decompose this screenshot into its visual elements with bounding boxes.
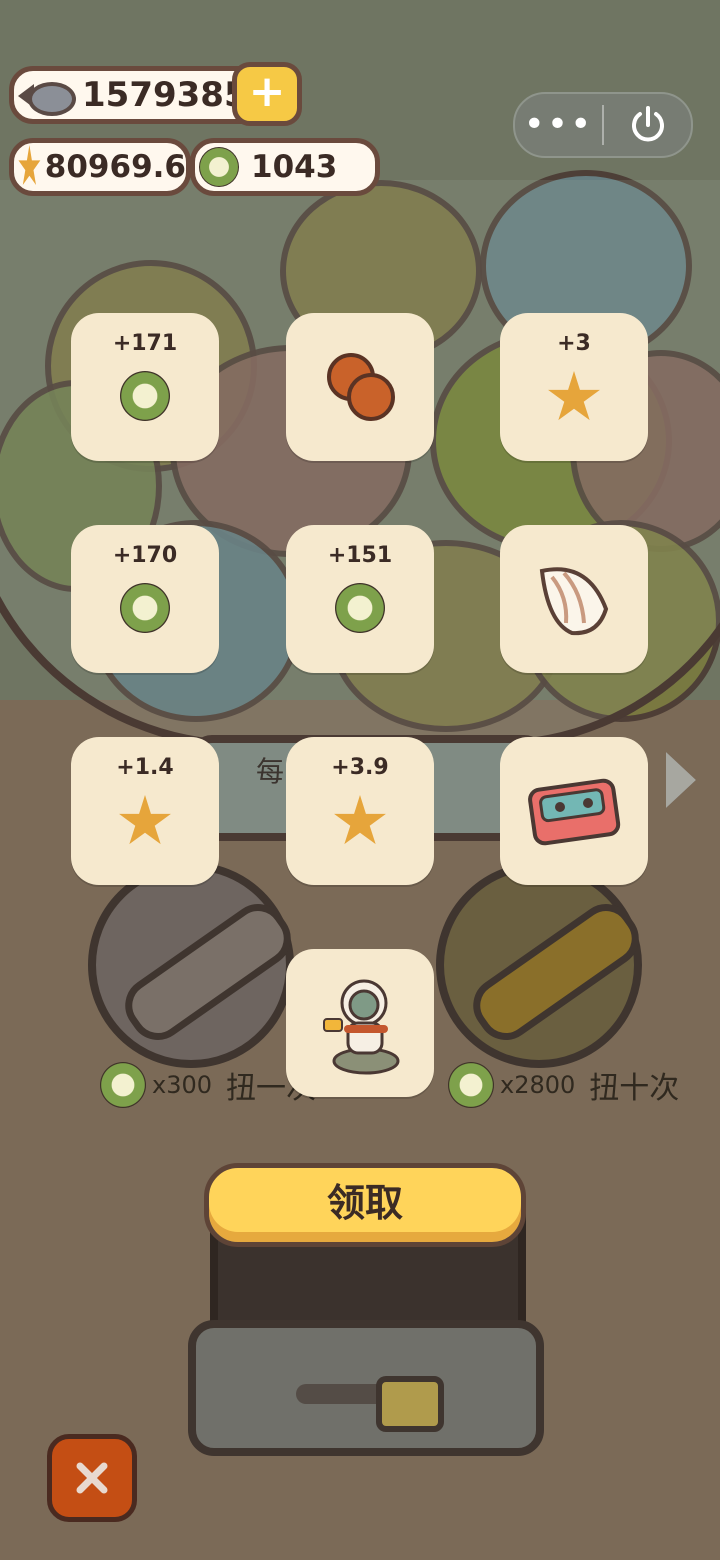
astronaut-duck-figurine-icon xyxy=(323,979,400,1075)
reward-tile: +3 xyxy=(500,313,648,461)
pause-icon xyxy=(376,1376,444,1432)
star-icon xyxy=(548,371,600,421)
reward-tile xyxy=(500,737,648,885)
reward-amount: +3 xyxy=(557,331,591,356)
reward-amount: +171 xyxy=(112,331,178,356)
fish-icon xyxy=(18,76,76,116)
coin-icon xyxy=(448,1062,494,1108)
reward-tile: +171 xyxy=(71,313,219,461)
coin-counter: 1043 xyxy=(190,138,380,196)
ten-spin-knob[interactable] xyxy=(436,862,650,1068)
ten-spin-cost: x2800 xyxy=(500,1071,576,1099)
reward-amount: +151 xyxy=(327,543,393,568)
mini-program-menu: ••• xyxy=(513,92,693,158)
coin-icon xyxy=(100,1062,146,1108)
reward-tile xyxy=(500,525,648,673)
reward-tile: +1.4 xyxy=(71,737,219,885)
star-count: 80969.6 xyxy=(44,149,186,185)
single-spin-button[interactable]: x300 扭一次 xyxy=(100,1062,316,1108)
coin-icon xyxy=(199,147,239,187)
reward-tile xyxy=(286,949,434,1097)
ten-spin-button[interactable]: x2800 扭十次 xyxy=(448,1062,679,1108)
star-icon xyxy=(18,145,41,186)
star-icon xyxy=(334,795,386,845)
seashell-icon xyxy=(539,567,609,636)
claim-button[interactable]: 领取 xyxy=(204,1163,526,1247)
reward-amount: +3.9 xyxy=(331,755,389,780)
reward-tile: +3.9 xyxy=(286,737,434,885)
power-button[interactable] xyxy=(604,94,691,156)
star-counter: 80969.6 xyxy=(9,138,191,196)
coin-count: 1043 xyxy=(251,149,338,185)
reward-amount: +1.4 xyxy=(116,755,174,780)
star-icon xyxy=(119,795,171,845)
single-spin-knob[interactable] xyxy=(88,862,302,1068)
reward-tile xyxy=(286,313,434,461)
reward-tile: +170 xyxy=(71,525,219,673)
reward-tile: +151 xyxy=(286,525,434,673)
coin-icon xyxy=(120,583,170,633)
close-button[interactable] xyxy=(47,1434,137,1522)
next-arrow-icon[interactable] xyxy=(666,752,696,808)
machine-console xyxy=(188,1320,544,1456)
meatball-icon xyxy=(327,353,395,421)
single-spin-cost: x300 xyxy=(152,1071,213,1099)
ten-spin-label: 扭十次 xyxy=(589,1071,680,1106)
cassette-tape-icon xyxy=(528,778,621,846)
reward-amount: +170 xyxy=(112,543,178,568)
close-icon xyxy=(76,1462,108,1494)
coin-icon xyxy=(335,583,385,633)
power-icon xyxy=(631,106,664,142)
add-fish-button[interactable]: + xyxy=(232,62,302,126)
more-options-button[interactable]: ••• xyxy=(515,107,602,143)
coin-icon xyxy=(120,371,170,421)
